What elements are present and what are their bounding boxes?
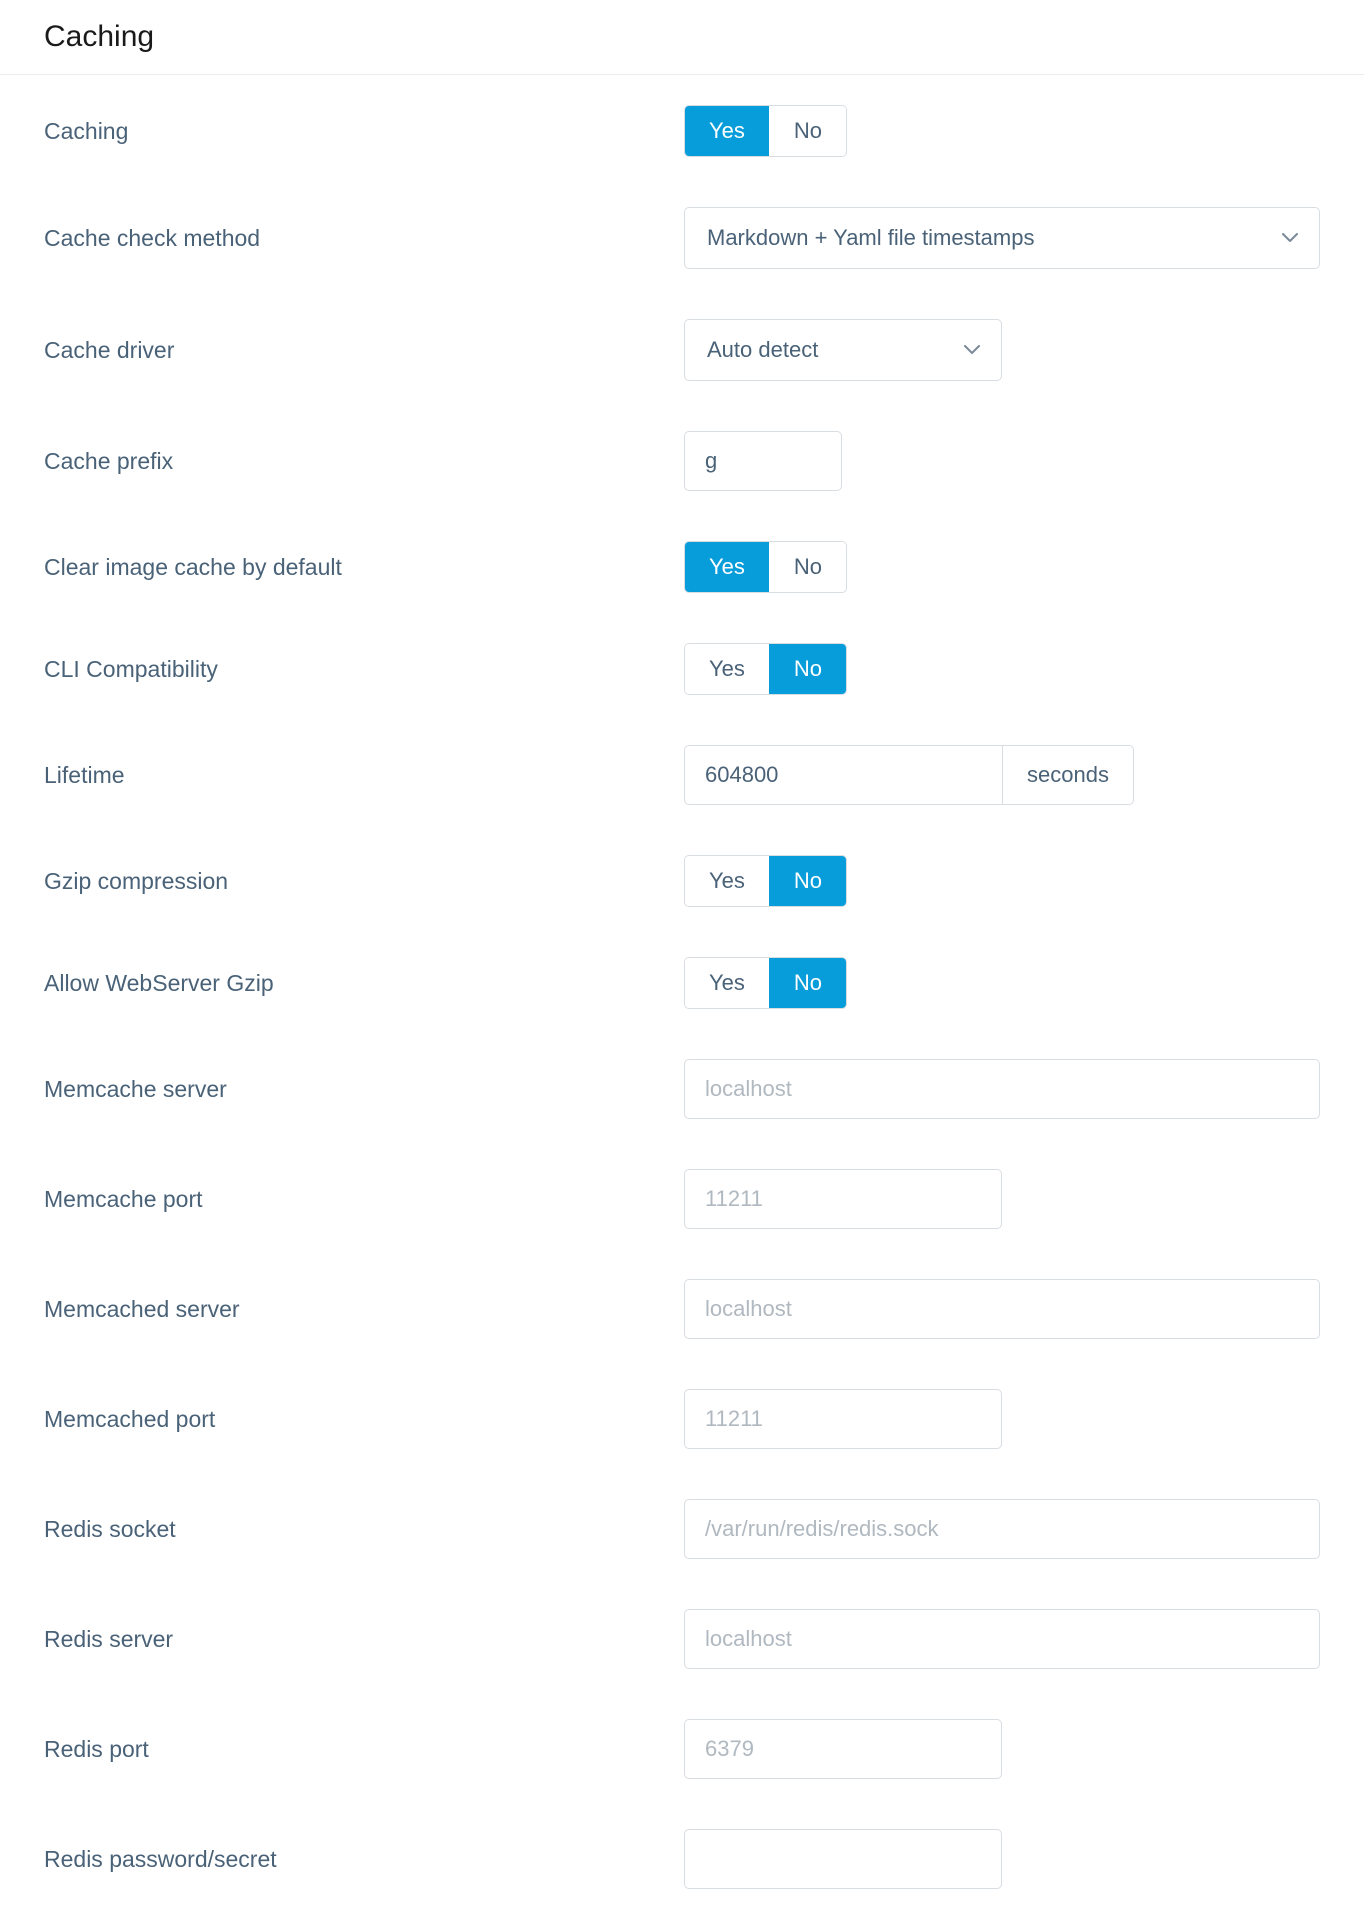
row-cache-prefix: Cache prefix	[44, 431, 1320, 491]
input-group-lifetime: seconds	[684, 745, 1134, 805]
toggle-clear-image-cache-no[interactable]: No	[769, 542, 846, 592]
row-redis-socket: Redis socket	[44, 1499, 1320, 1559]
label-redis-socket: Redis socket	[44, 1516, 684, 1543]
input-redis-password[interactable]	[684, 1829, 1002, 1889]
chevron-down-icon	[1281, 229, 1299, 247]
label-memcache-server: Memcache server	[44, 1076, 684, 1103]
select-cache-check-method-value: Markdown + Yaml file timestamps	[707, 225, 1034, 251]
select-cache-check-method[interactable]: Markdown + Yaml file timestamps	[684, 207, 1320, 269]
toggle-cli-compat-no[interactable]: No	[769, 644, 846, 694]
label-redis-password: Redis password/secret	[44, 1846, 684, 1873]
toggle-clear-image-cache: Yes No	[684, 541, 847, 593]
input-lifetime[interactable]	[684, 745, 1002, 805]
label-memcache-port: Memcache port	[44, 1186, 684, 1213]
input-memcached-server[interactable]	[684, 1279, 1320, 1339]
label-redis-port: Redis port	[44, 1736, 684, 1763]
label-cache-check-method: Cache check method	[44, 225, 684, 252]
row-redis-port: Redis port	[44, 1719, 1320, 1779]
toggle-gzip-no[interactable]: No	[769, 856, 846, 906]
row-redis-password: Redis password/secret	[44, 1829, 1320, 1889]
row-cache-driver: Cache driver Auto detect	[44, 319, 1320, 381]
toggle-clear-image-cache-yes[interactable]: Yes	[685, 542, 769, 592]
input-redis-server[interactable]	[684, 1609, 1320, 1669]
input-redis-port[interactable]	[684, 1719, 1002, 1779]
row-memcached-port: Memcached port	[44, 1389, 1320, 1449]
toggle-web-gzip: Yes No	[684, 957, 847, 1009]
row-lifetime: Lifetime seconds	[44, 745, 1320, 805]
label-memcached-server: Memcached server	[44, 1296, 684, 1323]
row-memcache-server: Memcache server	[44, 1059, 1320, 1119]
addon-lifetime-unit: seconds	[1002, 745, 1134, 805]
row-memcache-port: Memcache port	[44, 1169, 1320, 1229]
row-cli-compat: CLI Compatibility Yes No	[44, 643, 1320, 695]
toggle-gzip: Yes No	[684, 855, 847, 907]
row-memcached-server: Memcached server	[44, 1279, 1320, 1339]
label-lifetime: Lifetime	[44, 762, 684, 789]
select-cache-driver-value: Auto detect	[707, 337, 818, 363]
label-gzip: Gzip compression	[44, 868, 684, 895]
toggle-caching-yes[interactable]: Yes	[685, 106, 769, 156]
label-web-gzip: Allow WebServer Gzip	[44, 970, 684, 997]
row-redis-server: Redis server	[44, 1609, 1320, 1669]
toggle-web-gzip-no[interactable]: No	[769, 958, 846, 1008]
input-memcached-port[interactable]	[684, 1389, 1002, 1449]
row-caching: Caching Yes No	[44, 105, 1320, 157]
section-title: Caching	[0, 0, 1364, 75]
row-gzip: Gzip compression Yes No	[44, 855, 1320, 907]
label-cache-driver: Cache driver	[44, 337, 684, 364]
input-memcache-server[interactable]	[684, 1059, 1320, 1119]
label-caching: Caching	[44, 118, 684, 145]
label-cache-prefix: Cache prefix	[44, 448, 684, 475]
toggle-web-gzip-yes[interactable]: Yes	[685, 958, 769, 1008]
toggle-cli-compat-yes[interactable]: Yes	[685, 644, 769, 694]
chevron-down-icon	[963, 341, 981, 359]
select-cache-driver[interactable]: Auto detect	[684, 319, 1002, 381]
label-memcached-port: Memcached port	[44, 1406, 684, 1433]
toggle-caching-no[interactable]: No	[769, 106, 846, 156]
toggle-cli-compat: Yes No	[684, 643, 847, 695]
input-redis-socket[interactable]	[684, 1499, 1320, 1559]
toggle-gzip-yes[interactable]: Yes	[685, 856, 769, 906]
row-web-gzip: Allow WebServer Gzip Yes No	[44, 957, 1320, 1009]
toggle-caching: Yes No	[684, 105, 847, 157]
row-clear-image-cache: Clear image cache by default Yes No	[44, 541, 1320, 593]
row-cache-check-method: Cache check method Markdown + Yaml file …	[44, 207, 1320, 269]
label-cli-compat: CLI Compatibility	[44, 656, 684, 683]
settings-form: Caching Yes No Cache check method Markdo…	[0, 75, 1364, 1889]
label-redis-server: Redis server	[44, 1626, 684, 1653]
label-clear-image-cache: Clear image cache by default	[44, 554, 684, 581]
input-cache-prefix[interactable]	[684, 431, 842, 491]
input-memcache-port[interactable]	[684, 1169, 1002, 1229]
